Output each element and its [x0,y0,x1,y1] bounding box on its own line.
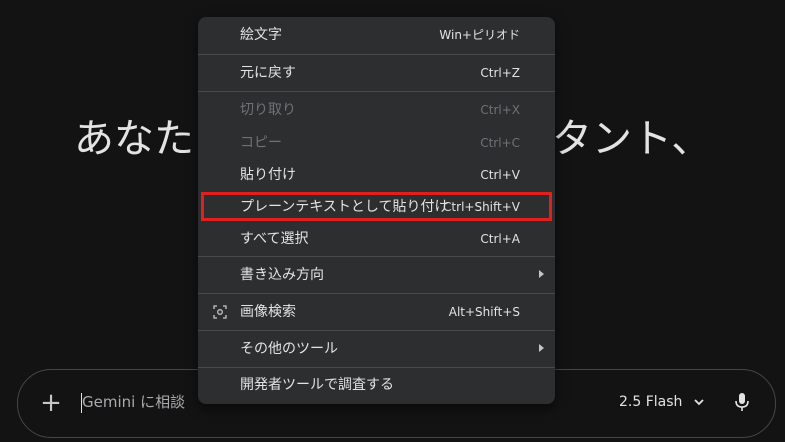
chevron-down-icon [694,399,705,406]
menu-item-paste[interactable]: 貼り付け Ctrl+V [198,159,555,191]
menu-divider [198,367,555,368]
menu-divider [198,91,555,92]
page-heading-fragment-left: あなた [74,116,194,162]
prompt-input[interactable]: Gemini に相談 [82,392,185,412]
lens-icon [213,305,227,319]
menu-item-more-tools[interactable]: その他のツール [198,333,555,365]
menu-item-undo[interactable]: 元に戻す Ctrl+Z [198,57,555,89]
highlight-annotation [201,192,552,221]
menu-item-writing-direction[interactable]: 書き込み方向 [198,259,555,291]
model-label: 2.5 Flash [619,394,683,410]
page-heading-fragment-right: タント、 [552,116,712,162]
menu-divider [198,256,555,257]
menu-item-select-all[interactable]: すべて選択 Ctrl+A [198,223,555,255]
mic-icon[interactable] [733,392,751,412]
menu-item-image-search[interactable]: 画像検索 Alt+Shift+S [198,296,555,328]
menu-item-cut: 切り取り Ctrl+X [240,102,520,118]
model-selector-button[interactable]: 2.5 Flash [619,392,706,412]
menu-divider [198,293,555,294]
menu-divider [198,54,555,55]
menu-item-inspect[interactable]: 開発者ツールで調査する [198,369,555,401]
menu-divider [198,330,555,331]
submenu-arrow-icon [539,270,544,278]
submenu-arrow-icon [539,344,544,352]
menu-item-copy: コピー Ctrl+C [240,135,520,151]
menu-item-emoji[interactable]: 絵文字 Win+ピリオド [198,19,555,51]
plus-icon[interactable]: + [38,390,64,416]
